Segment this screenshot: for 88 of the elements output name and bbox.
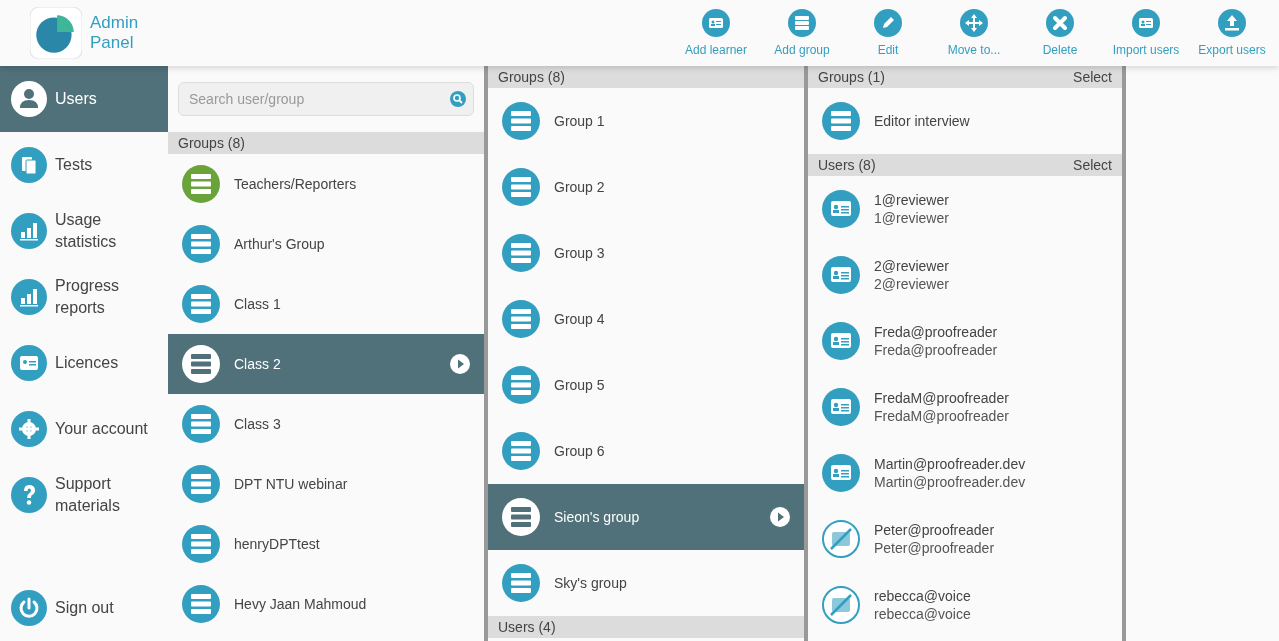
group-icon [502,300,540,338]
section-header: Groups (8) [488,66,804,88]
group-row[interactable]: Group 6 [488,418,804,484]
group-row[interactable]: Sky's group [488,550,804,616]
user-login: rebecca@voice [874,605,971,623]
user-row[interactable]: Freda@proofreader Freda@proofreader [808,308,1122,374]
group-row[interactable]: Group 1 [488,88,804,154]
power-icon [11,590,47,626]
person-icon [11,81,47,117]
pencil-icon [874,9,902,37]
group-row[interactable]: Group 3 [488,220,804,286]
user-login: 2@reviewer [874,275,949,293]
help-icon [11,477,47,513]
group-row[interactable]: Editor interview [808,88,1122,154]
group-icon [502,102,540,140]
section-header: Users (4) [488,616,804,638]
sidebar-item[interactable]: Usage statistics [0,198,168,264]
group-row[interactable]: Group 5 [488,352,804,418]
group-icon [182,285,220,323]
close-icon [1046,9,1074,37]
user-login: 1@reviewer [874,209,949,227]
select-link[interactable]: Select [1073,154,1112,176]
select-link[interactable]: Select [1073,66,1112,88]
play-icon[interactable] [770,507,790,527]
user-name: FredaM@proofreader [874,389,1009,407]
pie-chart-logo-icon [30,7,82,59]
id-card-icon [702,9,730,37]
sidebar-item[interactable]: Support materials [0,462,168,528]
user-login: FredaM@proofreader [874,407,1009,425]
user-name: rebecca@voice [874,587,971,605]
app-title: Admin Panel [90,13,139,53]
user-login: Peter@proofreader [874,539,995,557]
search-field[interactable]: Search user/group [178,82,474,116]
group-icon [502,498,540,536]
group-icon [182,585,220,623]
user-row[interactable]: 2@reviewer 2@reviewer [808,242,1122,308]
documents-icon [11,147,47,183]
user-name: 1@reviewer [874,191,949,209]
sidebar-item[interactable]: Progress reports [0,264,168,330]
group-row[interactable]: Sieon's group [488,484,804,550]
sign-out-button[interactable]: Sign out [0,575,168,641]
group-icon [788,9,816,37]
group-row[interactable]: henryDPTtest [168,514,484,574]
section-header: Groups (1) [818,68,885,87]
group-icon [182,225,220,263]
id-card-icon [11,345,47,381]
id-card-icon [1132,9,1160,37]
user-login: Freda@proofreader [874,341,998,359]
group-icon [502,564,540,602]
user-row[interactable]: Martin@proofreader.dev Martin@proofreader.dev [808,440,1122,506]
user-name: Martin@proofreader.dev [874,455,1026,473]
sidebar-item[interactable]: Users [0,66,168,132]
user-row[interactable]: 1@reviewer 1@reviewer [808,176,1122,242]
upload-icon [1218,9,1246,37]
group-row[interactable]: Class 1 [168,274,484,334]
user-login: Martin@proofreader.dev [874,473,1026,491]
group-row[interactable]: Group 2 [488,154,804,220]
group-row[interactable]: Teachers/Reporters [168,154,484,214]
group-row[interactable]: Hevy Jaan Mahmoud [168,574,484,634]
group-row[interactable]: Arthur's Group [168,214,484,274]
user-row[interactable]: FredaM@proofreader FredaM@proofreader [808,374,1122,440]
section-header: Groups (8) [168,132,484,154]
search-icon [450,91,466,107]
group-row[interactable]: Class 2 [168,334,484,394]
sidebar-item[interactable]: Tests [0,132,168,198]
group-row[interactable]: Group 4 [488,286,804,352]
sidebar-item[interactable]: Your account [0,396,168,462]
group-icon [822,102,860,140]
group-icon [502,366,540,404]
user-name: Freda@proofreader [874,323,998,341]
bar-chart-icon [11,279,47,315]
group-icon [182,165,220,203]
group-row[interactable]: DPT NTU webinar [168,454,484,514]
group-icon [182,345,220,383]
group-icon [182,465,220,503]
user-name: 2@reviewer [874,257,949,275]
play-icon[interactable] [450,354,470,374]
sidebar-item[interactable]: Licences [0,330,168,396]
section-header: Users (8) [818,156,876,175]
group-icon [502,168,540,206]
group-row[interactable]: Class 3 [168,394,484,454]
group-icon [502,234,540,272]
move-arrows-icon [960,9,988,37]
bar-chart-icon [11,213,47,249]
group-icon [182,525,220,563]
group-icon [182,405,220,443]
user-name: Peter@proofreader [874,521,995,539]
group-icon [502,432,540,470]
